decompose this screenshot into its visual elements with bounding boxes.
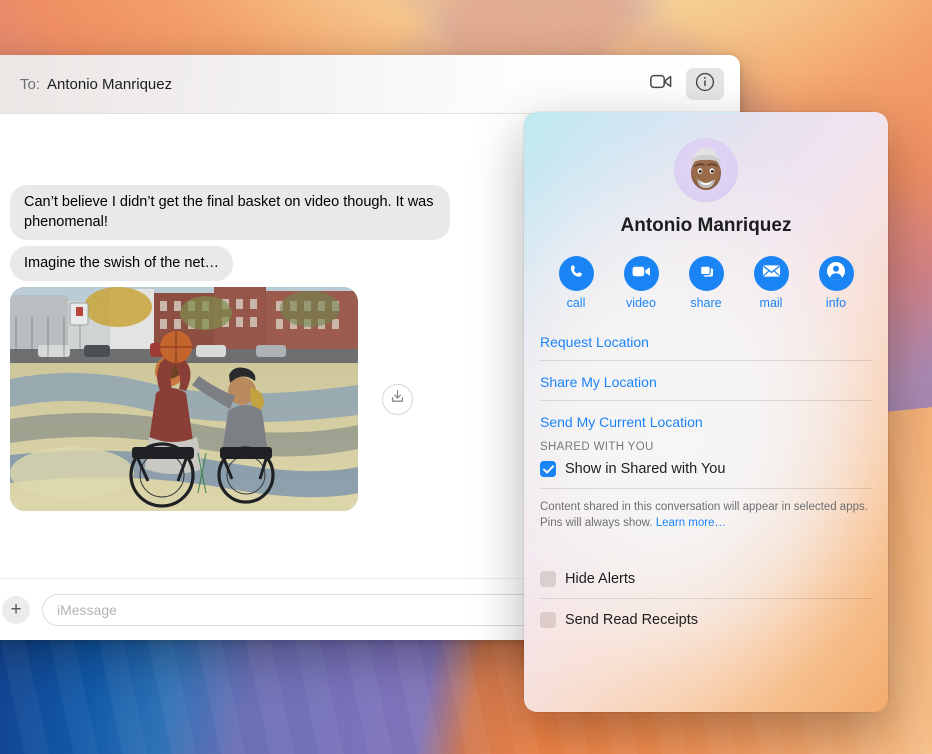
phone-icon [568,263,585,285]
message-bubble-incoming[interactable]: Can’t believe I didn’t get the final bas… [10,185,450,240]
hide-alerts-label: Hide Alerts [565,571,636,588]
mail-button[interactable] [753,256,789,291]
request-location-button[interactable]: Request Location [540,332,872,360]
titlebar-actions [642,68,740,100]
action-mail[interactable]: mail [745,256,797,310]
popover-contact-name: Antonio Manriquez [620,215,792,236]
show-in-shared-with-you-row[interactable]: Show in Shared with You [540,459,872,488]
popover-arrow [706,112,736,113]
checkmark-icon [542,464,554,474]
send-read-receipts-checkbox[interactable] [540,612,556,629]
share-stacked-icon [698,264,715,284]
contact-details-popover: Antonio Manriquez call video share mail … [524,112,888,712]
info-button[interactable] [818,256,854,291]
message-input-placeholder: iMessage [57,601,117,618]
download-icon [390,389,405,409]
divider [540,598,872,600]
video-camera-icon [632,265,651,283]
add-attachment-button[interactable]: + [2,595,30,624]
recipient-name: Antonio Manriquez [47,75,173,93]
send-read-receipts-label: Send Read Receipts [565,612,698,629]
window-titlebar: To: Antonio Manriquez [0,55,740,114]
avatar[interactable] [674,138,738,202]
action-share[interactable]: share [680,256,732,310]
message-bubble-incoming[interactable]: Imagine the swish of the net… [10,245,234,282]
action-info[interactable]: info [810,256,862,310]
plus-icon: + [10,599,22,620]
save-attachment-button[interactable] [382,383,413,415]
hide-alerts-row[interactable]: Hide Alerts [540,569,872,598]
photo-attachment[interactable] [10,287,358,512]
video-camera-icon [650,74,672,94]
send-my-current-location-button[interactable]: Send My Current Location [540,412,872,440]
divider [540,488,872,489]
action-label: share [690,296,722,310]
quick-actions: call video share mail info [524,237,888,310]
share-button[interactable] [688,256,724,291]
shared-with-you-header: SHARED WITH YOU [540,441,654,453]
hide-alerts-checkbox[interactable] [540,571,556,588]
action-label: call [566,296,586,310]
to-label: To: [20,75,41,93]
learn-more-link[interactable]: Learn more… [656,517,726,529]
memoji-avatar [677,139,735,202]
video-call-button[interactable] [642,68,680,100]
share-my-location-button[interactable]: Share My Location [540,372,872,400]
action-label: video [626,296,656,310]
info-circle-icon [695,72,715,97]
action-label: mail [759,296,783,310]
action-label: info [825,296,847,310]
envelope-icon [762,264,781,283]
popover-options-list: Request Location Share My Location Send … [524,332,888,639]
video-button[interactable] [623,256,659,291]
person-circle-icon [826,261,846,286]
divider [540,400,872,401]
action-call[interactable]: call [550,256,602,310]
basketball-photo-illustration [10,287,358,512]
divider [540,360,872,361]
action-video[interactable]: video [615,256,667,310]
send-read-receipts-row[interactable]: Send Read Receipts [540,610,872,639]
details-info-button[interactable] [686,68,724,100]
shared-with-you-note: Content shared in this conversation will… [540,500,872,535]
show-in-shared-label: Show in Shared with You [565,461,726,477]
show-in-shared-checkbox[interactable] [540,461,556,477]
call-button[interactable] [558,256,594,291]
